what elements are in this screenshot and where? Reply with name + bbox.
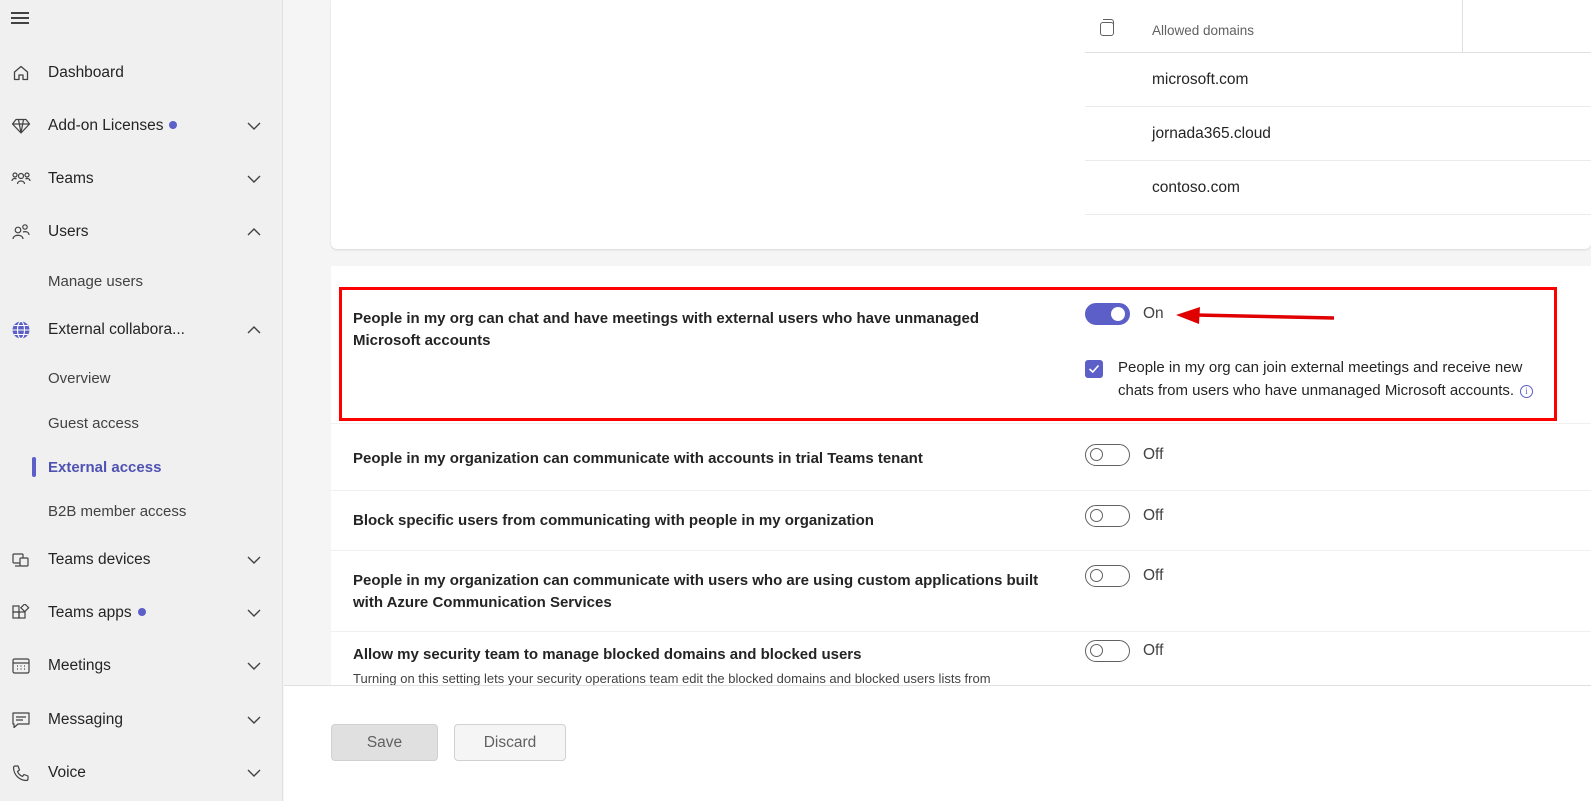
sidebar-item-label: Meetings — [48, 657, 111, 674]
annotation-arrow-icon — [1176, 307, 1335, 324]
sidebar-item-add-on-licenses[interactable]: Add-on Licenses — [0, 106, 283, 146]
divider — [331, 631, 1591, 632]
toggle-state-label: Off — [1143, 446, 1164, 463]
sidebar-item-teams-devices[interactable]: Teams devices — [0, 540, 283, 580]
toggle-state-label: Off — [1143, 507, 1164, 524]
discard-button[interactable]: Discard — [454, 724, 566, 761]
chevron-down-icon[interactable] — [246, 658, 262, 674]
divider — [331, 550, 1591, 551]
security-team-toggle[interactable] — [1085, 640, 1130, 662]
setting-title-block-users: Block specific users from communicating … — [353, 512, 874, 529]
calendar-icon — [11, 656, 31, 676]
sidebar-item-label: External access — [48, 458, 162, 476]
save-button[interactable]: Save — [331, 724, 438, 761]
sidebar: Dashboard Add-on Licenses Teams Users Ma… — [0, 0, 283, 801]
domain-cell: microsoft.com — [1152, 71, 1249, 88]
divider — [331, 490, 1591, 491]
chevron-down-icon[interactable] — [246, 765, 262, 781]
home-icon — [11, 63, 31, 83]
sidebar-item-meetings[interactable]: Meetings — [0, 646, 283, 686]
new-indicator-dot — [169, 120, 178, 129]
toggle-knob — [1090, 448, 1103, 461]
toggle-state-label: Off — [1143, 567, 1164, 584]
table-row[interactable]: jornada365.cloud — [1085, 107, 1591, 161]
sidebar-item-label: B2B member access — [48, 502, 187, 520]
allowed-domains-table: Allowed domains microsoft.com jornada365… — [1085, 0, 1591, 215]
setting-title-azure-communication: People in my organization can communicat… — [353, 572, 1039, 611]
apps-icon — [11, 603, 31, 623]
setting-title-trial-tenant: People in my organization can communicat… — [353, 450, 923, 467]
sidebar-item-label: Overview — [48, 369, 111, 387]
devices-icon — [11, 550, 31, 570]
sidebar-item-users[interactable]: Users — [0, 212, 283, 252]
column-header-allowed-domains[interactable]: Allowed domains — [1152, 23, 1254, 38]
setting-title-security-team: Allow my security team to manage blocked… — [353, 646, 862, 663]
footer-bar: Save Discard — [284, 685, 1591, 801]
sidebar-item-label: Guest access — [48, 414, 139, 432]
chevron-down-icon[interactable] — [246, 552, 262, 568]
sidebar-item-manage-users[interactable]: Manage users — [0, 263, 283, 299]
toggle-knob — [1090, 569, 1103, 582]
sidebar-item-external-collaboration[interactable]: External collabora... — [0, 310, 283, 350]
sidebar-item-label: Teams apps — [48, 604, 132, 621]
chevron-down-icon[interactable] — [246, 712, 262, 728]
sidebar-item-label: External collabora... — [48, 321, 185, 338]
toggle-state-label: Off — [1143, 642, 1164, 659]
sidebar-item-label: Voice — [48, 764, 86, 781]
globe-icon — [11, 320, 31, 340]
toggle-knob — [1090, 644, 1103, 657]
sidebar-item-label: Users — [48, 223, 89, 240]
chevron-up-icon[interactable] — [246, 224, 262, 240]
sidebar-item-overview[interactable]: Overview — [0, 360, 283, 396]
chevron-up-icon[interactable] — [246, 322, 262, 338]
highlight-box — [339, 287, 1557, 421]
block-users-toggle[interactable] — [1085, 505, 1130, 527]
hamburger-menu-icon[interactable] — [11, 12, 29, 24]
chevron-down-icon[interactable] — [246, 605, 262, 621]
phone-icon — [11, 763, 31, 783]
table-header: Allowed domains — [1085, 0, 1591, 53]
sidebar-item-teams[interactable]: Teams — [0, 159, 283, 199]
message-icon — [11, 710, 31, 730]
sidebar-item-guest-access[interactable]: Guest access — [0, 405, 283, 441]
sidebar-item-label: Dashboard — [48, 64, 124, 81]
active-indicator — [32, 457, 36, 477]
sidebar-item-label: Teams — [48, 170, 94, 187]
table-row[interactable]: microsoft.com — [1085, 53, 1591, 107]
sidebar-item-label: Add-on Licenses — [48, 117, 164, 134]
sidebar-item-label: Teams devices — [48, 551, 151, 568]
new-indicator-dot — [137, 607, 146, 616]
setting-description: Turning on this setting lets your securi… — [353, 671, 991, 686]
chevron-down-icon[interactable] — [246, 118, 262, 134]
sidebar-item-teams-apps[interactable]: Teams apps — [0, 593, 283, 633]
toggle-knob — [1090, 509, 1103, 522]
users-icon — [11, 222, 31, 242]
sidebar-item-label: Manage users — [48, 272, 144, 290]
domain-cell: contoso.com — [1152, 179, 1240, 196]
sidebar-item-b2b-member-access[interactable]: B2B member access — [0, 493, 283, 529]
diamond-icon — [11, 116, 31, 136]
sidebar-item-messaging[interactable]: Messaging — [0, 700, 283, 740]
column-divider — [1462, 0, 1463, 53]
sidebar-item-voice[interactable]: Voice — [0, 753, 283, 793]
azure-communication-toggle[interactable] — [1085, 565, 1130, 587]
teams-people-icon — [11, 169, 31, 189]
divider — [331, 423, 1591, 424]
table-row[interactable]: contoso.com — [1085, 161, 1591, 215]
trial-tenant-toggle[interactable] — [1085, 444, 1130, 466]
sidebar-item-dashboard[interactable]: Dashboard — [0, 53, 283, 93]
sidebar-item-label: Messaging — [48, 711, 123, 728]
select-all-checkbox[interactable] — [1100, 19, 1114, 36]
chevron-down-icon[interactable] — [246, 171, 262, 187]
allowed-domains-card: Allowed domains microsoft.com jornada365… — [331, 0, 1591, 249]
sidebar-item-external-access[interactable]: External access — [0, 449, 283, 485]
domain-cell: jornada365.cloud — [1152, 125, 1271, 142]
